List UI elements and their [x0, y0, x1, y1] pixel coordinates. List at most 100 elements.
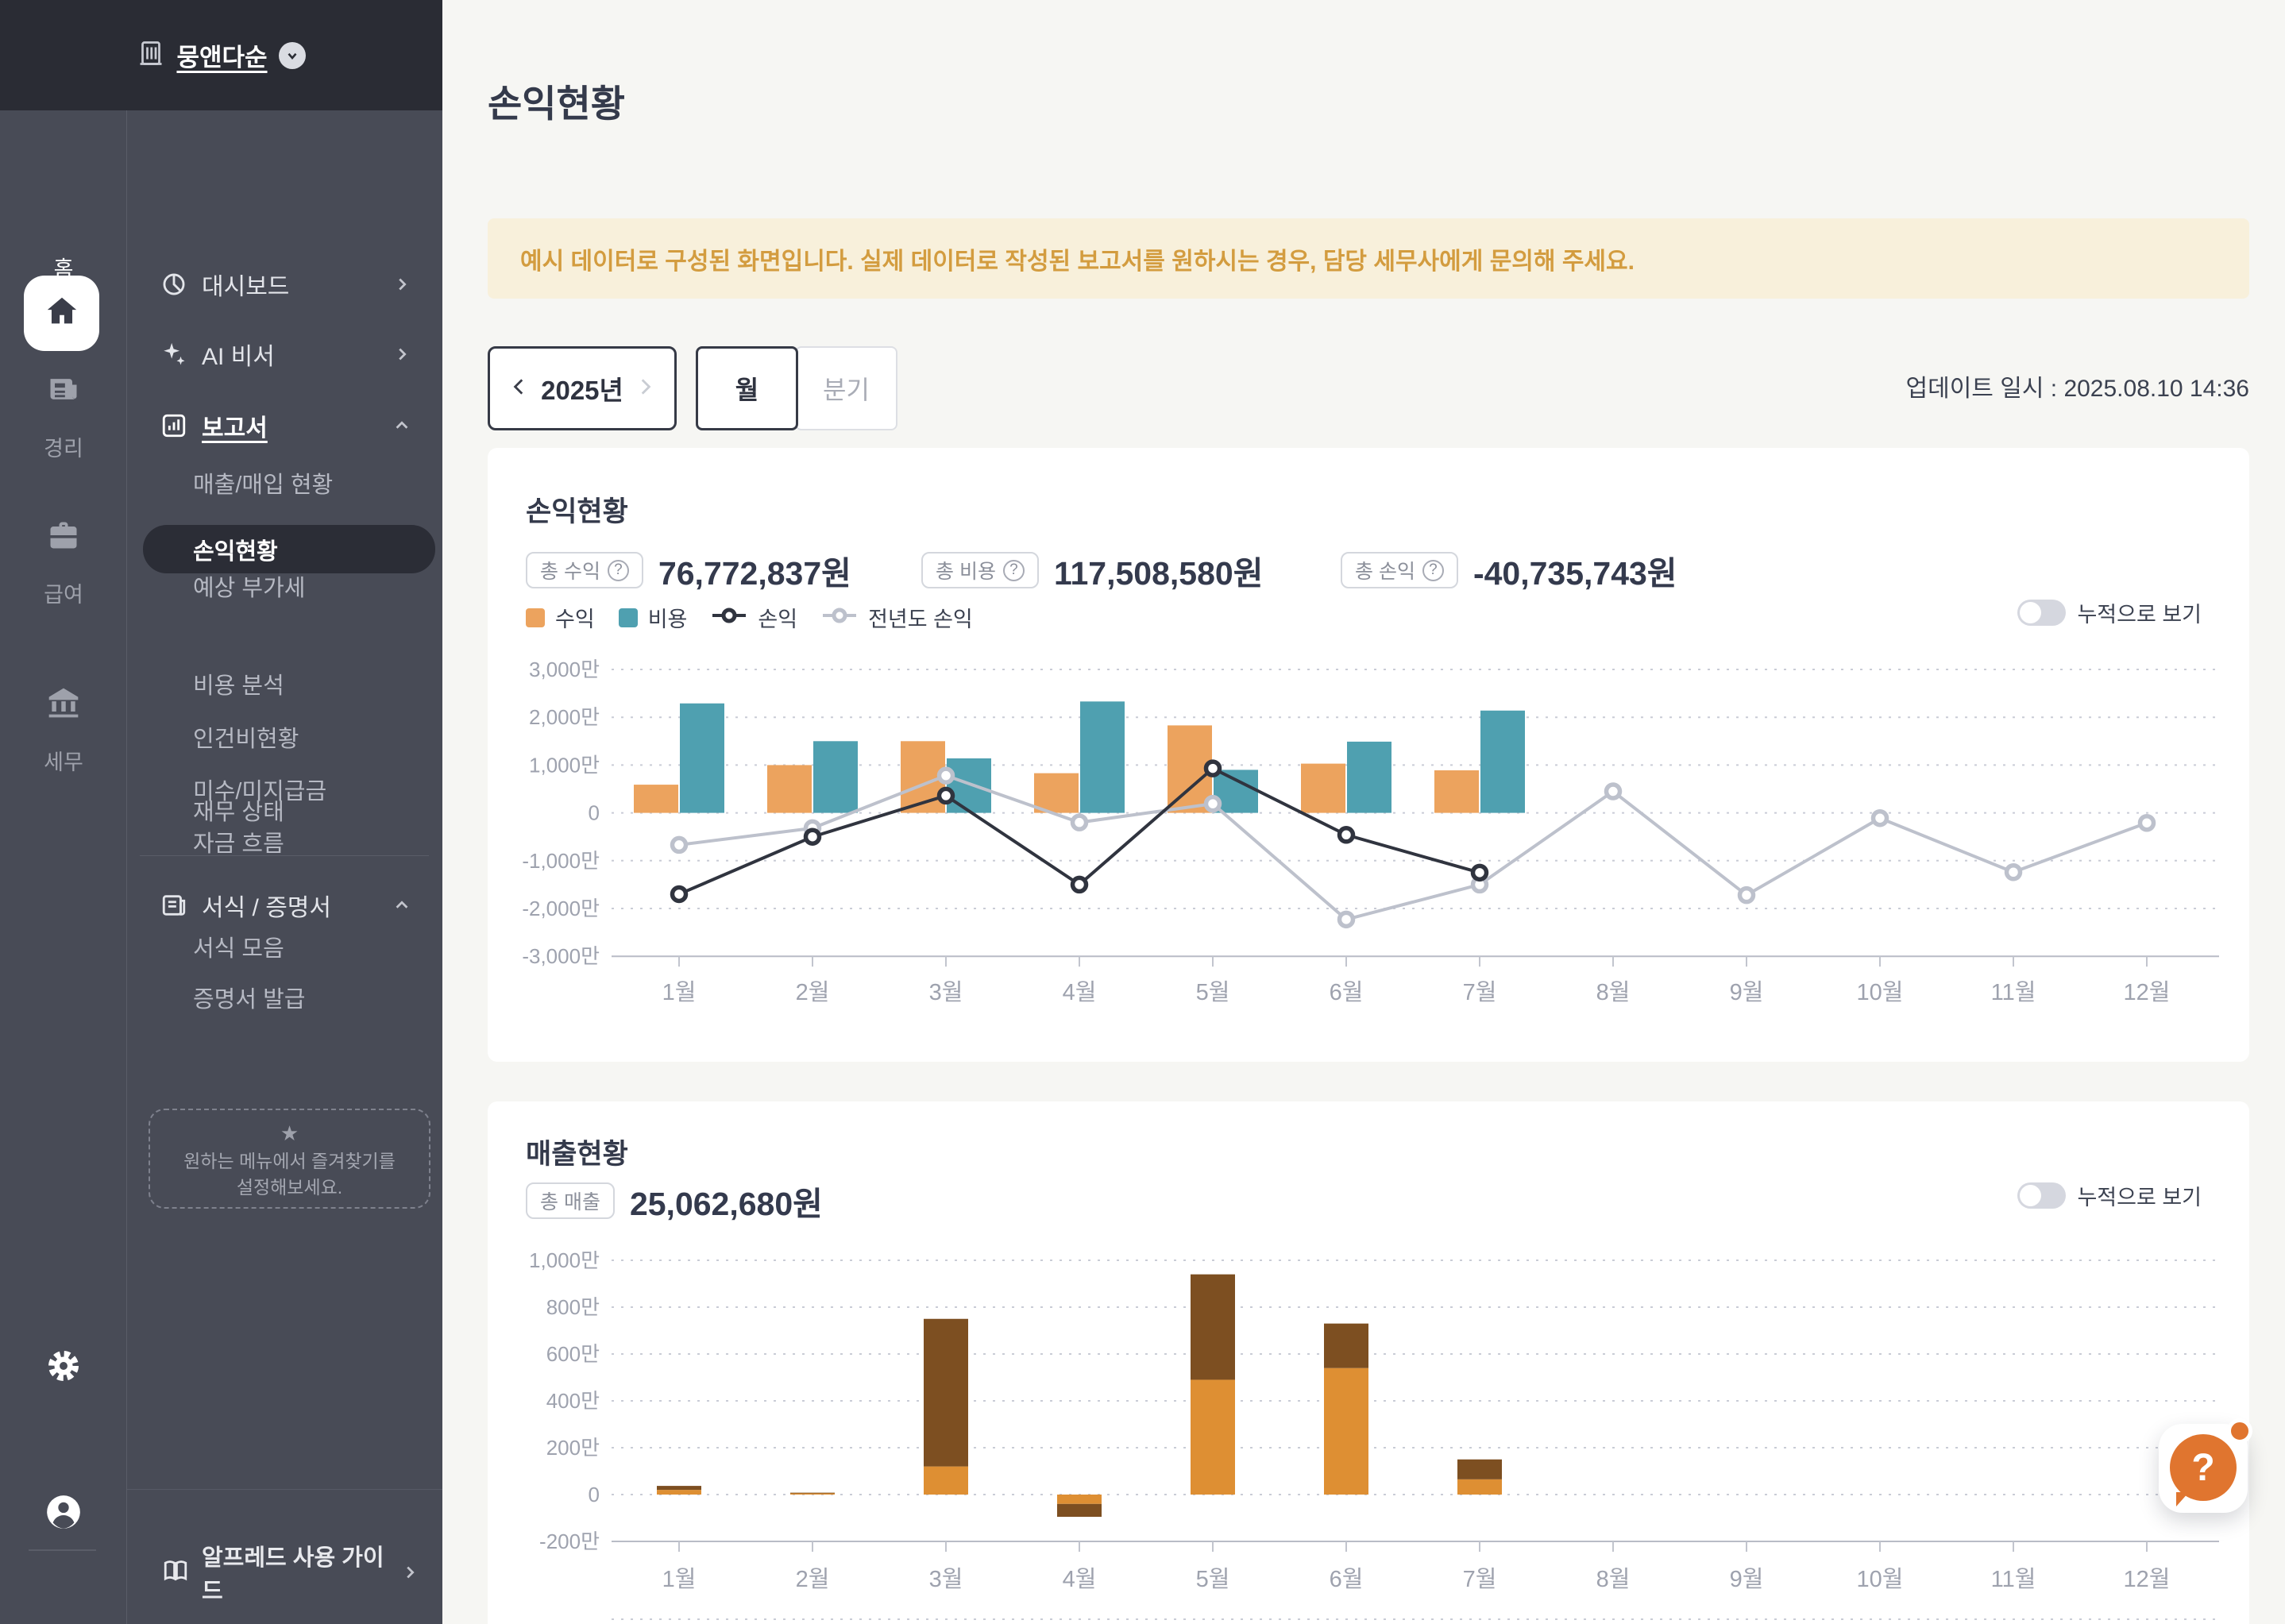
chevron-up-icon [393, 417, 411, 434]
rail-item-home[interactable] [24, 276, 99, 351]
svg-text:8월: 8월 [1596, 979, 1631, 1005]
cumulative-toggle-2[interactable] [2017, 1182, 2066, 1209]
company-selector[interactable]: 뭉앤다순 [0, 0, 442, 110]
svg-text:5월: 5월 [1196, 979, 1230, 1005]
svg-text:200만: 200만 [546, 1436, 600, 1460]
legend-profit-line: 손익 [711, 602, 797, 633]
guide-chevron-right-icon [401, 1564, 419, 1581]
help-question-icon[interactable]: ? [608, 560, 629, 581]
svg-text:12월: 12월 [2124, 1566, 2171, 1592]
svg-text:1,000만: 1,000만 [529, 753, 600, 777]
profit-line-marker-icon [711, 606, 747, 629]
sidebar-item[interactable]: 재무 상태 [127, 784, 442, 836]
help-question-icon[interactable]: ? [1003, 560, 1025, 581]
guide-label: 알프레드 사용 가이드 [202, 1539, 388, 1606]
rail-item-accounting[interactable] [0, 372, 127, 411]
total-profit: 총 손익 ? -40,735,743원 [1341, 546, 1677, 594]
guide-link[interactable]: 알프레드 사용 가이드 [162, 1539, 419, 1606]
sidebar-item-label: 서식 모음 [193, 930, 284, 963]
sidebar-item-label: 재무 상태 [193, 793, 284, 827]
total-expense-badge: 총 비용 ? [921, 552, 1039, 588]
svg-text:2월: 2월 [796, 1566, 830, 1592]
svg-text:7월: 7월 [1463, 1566, 1497, 1592]
sidebar-item[interactable]: 증명서 발급 [127, 971, 442, 1024]
svg-text:11월: 11월 [1991, 979, 2036, 1005]
settings-button[interactable] [0, 1348, 127, 1388]
svg-text:-200만: -200만 [539, 1529, 600, 1553]
svg-text:10월: 10월 [1857, 979, 1904, 1005]
rail-divider [29, 1549, 96, 1551]
svg-text:7월: 7월 [1463, 979, 1497, 1005]
favorites-hint-line1: 원하는 메뉴에서 즐겨찾기를 [183, 1151, 396, 1171]
tab-quarter[interactable]: 분기 [795, 346, 897, 430]
sidebar-item[interactable]: 보고서 [127, 399, 442, 452]
page-title: 손익현황 [488, 73, 625, 128]
svg-text:-1,000만: -1,000만 [522, 849, 600, 873]
company-chevron-down-icon [279, 42, 306, 69]
prev-year-line-marker-icon [821, 606, 858, 629]
svg-text:8월: 8월 [1596, 1566, 1631, 1592]
profile-button[interactable] [0, 1492, 127, 1536]
sidebar-item-label: 증명서 발급 [193, 981, 305, 1014]
year-prev-icon[interactable] [509, 376, 530, 401]
sidebar-item[interactable]: 대시보드 [127, 258, 442, 311]
favorites-hint-box[interactable]: ★ 원하는 메뉴에서 즐겨찾기를 설정해보세요. [149, 1109, 430, 1209]
icon-rail: 홈 경리 급여 세무 [0, 110, 127, 1624]
legend-revenue: 수익 [526, 602, 595, 633]
star-icon: ★ [150, 1123, 429, 1144]
svg-text:400만: 400만 [546, 1389, 600, 1413]
submenu-panel: 대시보드AI 비서보고서매출/매입 현황카드매출 분석예상 부가세손익현황비용 … [127, 110, 442, 1624]
gear-icon [45, 1348, 82, 1388]
main-content: 손익현황 예시 데이터로 구성된 화면입니다. 실제 데이터로 작성된 보고서를… [442, 0, 2285, 1624]
sidebar-item[interactable]: AI 비서 [127, 328, 442, 380]
sidebar-item[interactable]: 매출/매입 현황 [127, 457, 442, 509]
cumulative-toggle-label-1: 누적으로 보기 [2077, 597, 2202, 628]
year-value: 2025년 [541, 369, 623, 407]
bank-icon [46, 685, 81, 724]
rail-item-payroll[interactable] [0, 518, 127, 557]
submenu-divider [140, 855, 429, 856]
cumulative-toggle-1[interactable] [2017, 600, 2066, 626]
sales-chart: 1,000만800만600만400만200만0-200만1월2월3월4월5월6월… [488, 1251, 2249, 1624]
rail-item-tax[interactable] [0, 685, 127, 724]
svg-text:6월: 6월 [1330, 1566, 1364, 1592]
help-button[interactable]: ? [2159, 1424, 2248, 1513]
svg-text:9월: 9월 [1730, 979, 1764, 1005]
total-sales: 총 매출 25,062,680원 [526, 1177, 823, 1225]
year-selector[interactable]: 2025년 [488, 346, 677, 430]
svg-text:4월: 4월 [1063, 979, 1097, 1005]
sidebar-item[interactable]: 비용 분석 [127, 658, 442, 710]
year-next-icon[interactable] [635, 376, 655, 401]
legend-profit-label: 손익 [758, 602, 797, 633]
rail-label-tax: 세무 [0, 745, 127, 776]
help-bubble-icon: ? [2170, 1434, 2237, 1501]
svg-text:9월: 9월 [1730, 1566, 1764, 1592]
sidebar-item[interactable]: 인건비현황 [127, 711, 442, 763]
total-expense-value: 117,508,580원 [1054, 546, 1263, 594]
total-profit-label: 총 손익 [1355, 556, 1415, 584]
user-avatar-icon [44, 1492, 83, 1536]
tab-month[interactable]: 월 [696, 346, 798, 430]
rail-label-home: 홈 [0, 252, 127, 283]
svg-text:10월: 10월 [1857, 1566, 1904, 1592]
ledger-icon [46, 372, 81, 411]
svg-text:2월: 2월 [796, 979, 830, 1005]
chevron-up-icon [393, 897, 411, 914]
profit-legend: 수익 비용 손익 전년도 손익 [526, 602, 973, 633]
svg-text:1,000만: 1,000만 [529, 1251, 600, 1272]
sidebar-item-label: 보고서 [202, 408, 268, 443]
sparkles-icon [160, 341, 187, 368]
bar-chart-icon [160, 412, 187, 439]
cumulative-toggle-label-2: 누적으로 보기 [2077, 1180, 2202, 1211]
sidebar-item[interactable]: 서식 모음 [127, 920, 442, 973]
sidebar-item-active[interactable]: 손익현황 [143, 525, 435, 573]
total-sales-label: 총 매출 [540, 1186, 600, 1215]
total-revenue-value: 76,772,837원 [658, 546, 851, 594]
home-icon [44, 293, 80, 334]
sidebar-item-label: AI 비서 [202, 337, 275, 372]
help-question-icon[interactable]: ? [1422, 560, 1444, 581]
svg-text:1월: 1월 [662, 1566, 697, 1592]
sidebar-item-label: 인건비현황 [193, 720, 299, 754]
cumulative-toggle-row-1: 누적으로 보기 [2017, 597, 2202, 628]
svg-text:2,000만: 2,000만 [529, 705, 600, 729]
